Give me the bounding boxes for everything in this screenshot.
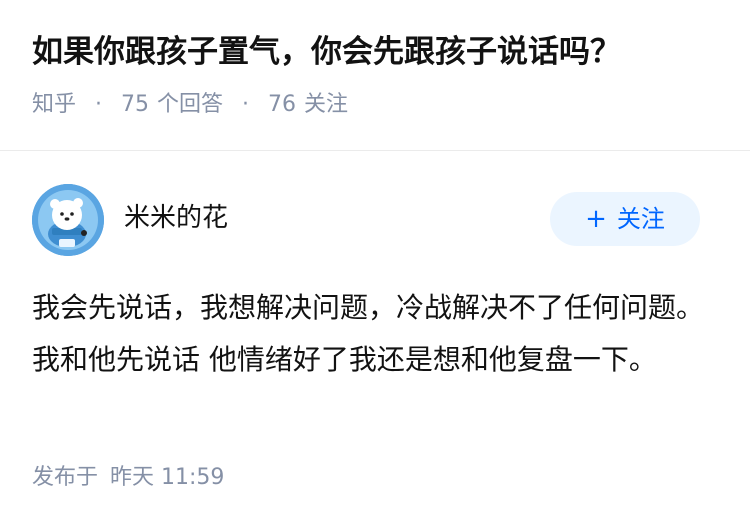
cartoon-bear-avatar-icon [32, 184, 104, 256]
answer-count-label[interactable]: 个回答 [157, 92, 223, 117]
author-name[interactable]: 米米的花 [124, 200, 228, 236]
plus-icon: + [585, 204, 607, 234]
answer-publish-time: 发布于 昨天 11:59 [32, 462, 224, 494]
follower-count-label[interactable]: 关注 [304, 92, 348, 117]
source-label[interactable]: 知乎 [32, 92, 76, 117]
follow-button-label: 关注 [616, 205, 665, 233]
publish-time-label: 发布于 [32, 465, 99, 490]
follow-button[interactable]: + 关注 [550, 192, 700, 246]
publish-time-value: 昨天 11:59 [110, 465, 225, 490]
section-divider [0, 150, 750, 151]
answer-count: 75 [121, 92, 150, 117]
question-header: 如果你跟孩子置气，你会先跟孩子说话吗？ 知乎 · 75 个回答 · 76 关注 [32, 30, 722, 120]
question-meta: 知乎 · 75 个回答 · 76 关注 [32, 90, 722, 120]
meta-separator: · [242, 92, 250, 117]
meta-separator: · [95, 92, 103, 117]
author-row: 米米的花 + 关注 [32, 184, 700, 258]
question-title[interactable]: 如果你跟孩子置气，你会先跟孩子说话吗？ [32, 30, 722, 74]
answer-content[interactable]: 我会先说话，我想解决问题，冷战解决不了任何问题。我和他先说话 他情绪好了我还是想… [32, 282, 712, 386]
author-avatar[interactable] [32, 184, 104, 256]
follower-count: 76 [268, 92, 297, 117]
